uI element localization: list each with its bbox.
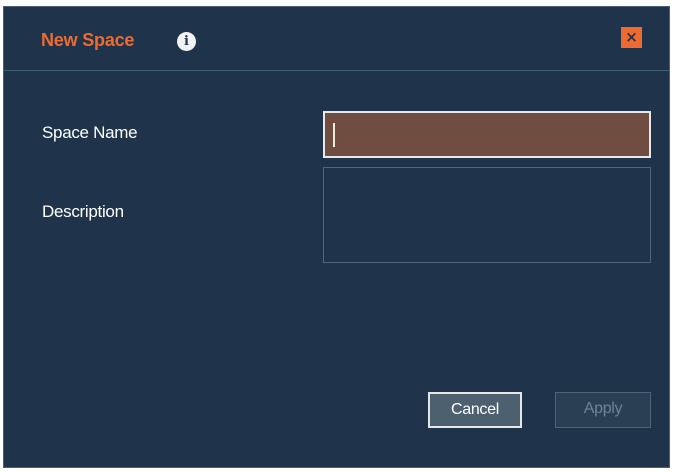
apply-button[interactable]: Apply <box>555 392 651 428</box>
dialog-header: New Space i × <box>4 7 669 71</box>
description-textarea[interactable] <box>323 167 651 263</box>
dialog-title: New Space <box>41 30 135 50</box>
description-label: Description <box>42 202 124 221</box>
text-cursor <box>333 123 335 147</box>
close-icon[interactable]: × <box>621 27 642 48</box>
info-icon[interactable]: i <box>177 32 196 51</box>
space-name-input[interactable] <box>323 111 651 158</box>
new-space-dialog: New Space i × Space Name Description Can… <box>3 6 670 468</box>
cancel-button[interactable]: Cancel <box>428 392 522 428</box>
space-name-label: Space Name <box>42 123 138 142</box>
